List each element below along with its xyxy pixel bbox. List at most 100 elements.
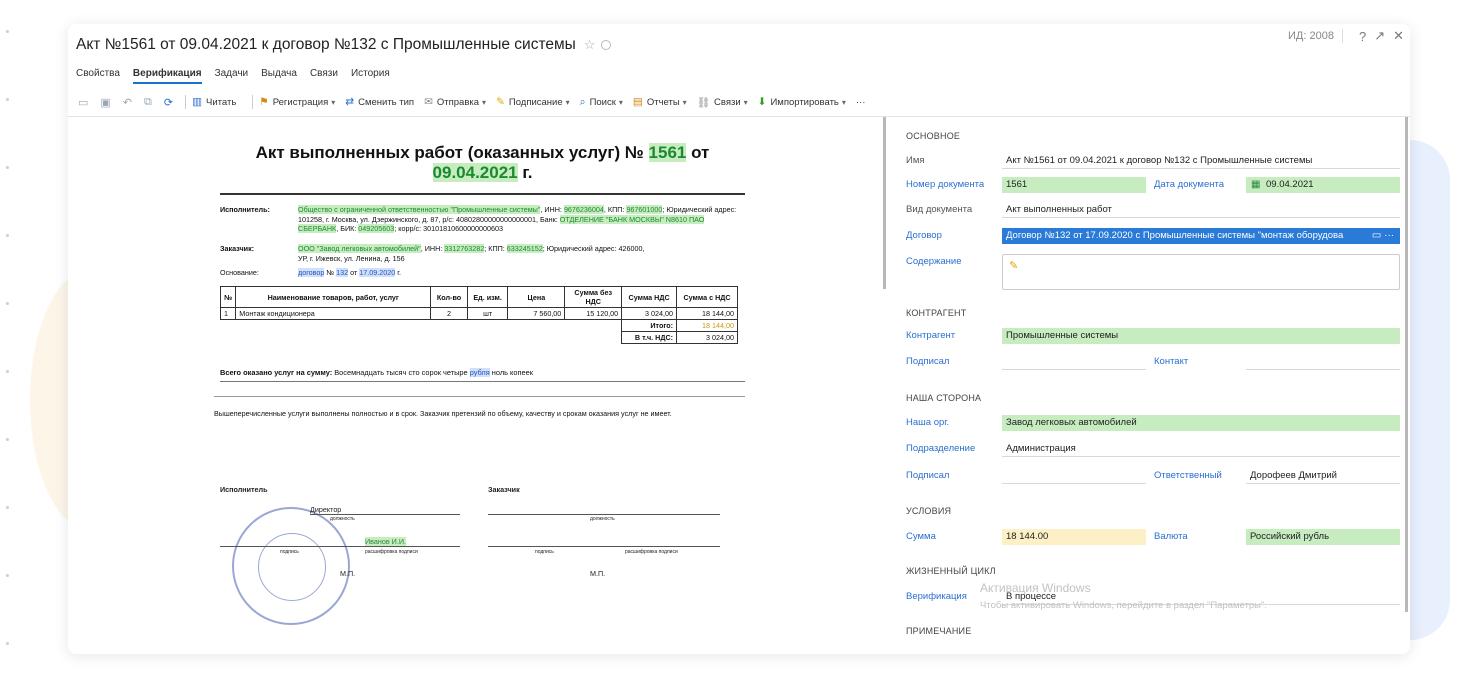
- divider: [252, 95, 254, 109]
- total-row: Итого: 18 144,00: [221, 319, 738, 333]
- our-signed-label: Подписал: [906, 470, 950, 481]
- document-window: Акт №1561 от 09.04.2021 к договор №132 с…: [68, 24, 1410, 654]
- currency-label: Валюта: [1154, 531, 1188, 542]
- name-label: Имя: [906, 155, 925, 166]
- close-icon[interactable]: ✕: [1393, 28, 1404, 44]
- refresh-icon[interactable]: ⟳: [164, 96, 173, 109]
- undo-icon[interactable]: ↶: [123, 96, 132, 109]
- window-controls: ИД: 2008 ? ↗ ✕: [1288, 28, 1404, 44]
- doc-number-field[interactable]: 1561: [1002, 177, 1146, 193]
- save-icon[interactable]: ▭: [78, 96, 88, 109]
- responsible-label: Ответственный: [1154, 470, 1222, 481]
- properties-scrollbar[interactable]: [1405, 117, 1408, 612]
- section-lifecycle: ЖИЗНЕННЫЙ ЦИКЛ: [906, 566, 996, 576]
- content-area: Акт выполненных работ (оказанных услуг) …: [68, 116, 1410, 654]
- mail-icon: ✉: [424, 96, 433, 108]
- department-field[interactable]: Администрация: [1002, 441, 1400, 457]
- registration-icon: ⚑: [259, 96, 269, 108]
- table-row: 1 Монтаж кондиционера 2 шт 7 560,00 15 1…: [219, 307, 738, 321]
- counterparty-label: Контрагент: [906, 330, 956, 341]
- windows-activation-title: Активация Windows: [980, 581, 1091, 595]
- doc-date-field[interactable]: 09.04.2021: [1246, 177, 1400, 193]
- signed-field[interactable]: [1002, 354, 1146, 370]
- tab-issue[interactable]: Выдача: [261, 68, 297, 84]
- reports-menu[interactable]: ▤ Отчеты ▾: [633, 96, 687, 108]
- pencil-icon[interactable]: ✎: [1009, 259, 1018, 272]
- search-menu[interactable]: ⌕ Поиск ▾: [580, 96, 623, 109]
- divider: [185, 95, 187, 109]
- favorite-star-icon[interactable]: ☆: [584, 37, 596, 53]
- tab-properties[interactable]: Свойства: [76, 68, 120, 84]
- copy-icon[interactable]: ⧉: [144, 96, 152, 109]
- our-org-label: Наша орг.: [906, 417, 950, 428]
- import-menu[interactable]: ⬇ Импортировать ▾: [758, 96, 846, 108]
- executor-row: Исполнитель: Общество с ограниченной отв…: [220, 205, 737, 234]
- read-button[interactable]: ▥ Читать: [192, 96, 236, 108]
- tab-history[interactable]: История: [351, 68, 390, 84]
- chevron-down-icon: ▾: [618, 97, 623, 107]
- section-terms: УСЛОВИЯ: [906, 506, 952, 516]
- our-org-field[interactable]: Завод легковых автомобилей: [1002, 415, 1400, 431]
- chevron-down-icon: ▾: [682, 97, 687, 107]
- sum-field[interactable]: 18 144.00: [1002, 529, 1146, 545]
- contents-field[interactable]: ✎: [1002, 254, 1400, 290]
- our-signed-field[interactable]: [1002, 468, 1146, 484]
- more-button[interactable]: ···: [856, 97, 866, 108]
- change-type-icon: ⇄: [345, 96, 355, 108]
- counterparty-field[interactable]: Промышленные системы: [1002, 328, 1400, 344]
- tab-verification[interactable]: Верификация: [132, 68, 202, 84]
- tab-links[interactable]: Связи: [310, 68, 338, 84]
- services-table: № Наименование товаров, работ, услуг Кол…: [219, 286, 738, 345]
- act-number: 1561: [648, 143, 687, 162]
- open-external-icon[interactable]: ↗: [1374, 28, 1385, 44]
- send-menu[interactable]: ✉ Отправка ▾: [424, 96, 486, 108]
- contract-field[interactable]: Договор №132 от 17.09.2020 с Промышленны…: [1002, 228, 1366, 244]
- contract-actions-icon[interactable]: ▭ ···: [1366, 228, 1400, 244]
- responsible-field[interactable]: Дорофеев Дмитрий: [1246, 468, 1400, 484]
- doc-type-field[interactable]: Акт выполненных работ: [1002, 202, 1400, 218]
- doc-type-label: Вид документа: [906, 204, 973, 215]
- registration-menu[interactable]: ⚑ Регистрация ▾: [259, 96, 335, 108]
- act-title: Акт выполненных работ (оказанных услуг) …: [220, 143, 745, 195]
- title-bar: Акт №1561 от 09.04.2021 к договор №132 с…: [76, 36, 612, 54]
- customer-row: Заказчик: ООО "Завод легковых автомобиле…: [220, 244, 645, 263]
- calendar-icon[interactable]: ▦: [1251, 179, 1260, 190]
- document-title: Акт №1561 от 09.04.2021 к договор №132 с…: [76, 36, 576, 53]
- divider: [1341, 29, 1343, 43]
- department-label: Подразделение: [906, 443, 976, 454]
- verification-label: Верификация: [906, 591, 967, 602]
- act-date: 09.04.2021: [432, 163, 518, 182]
- section-note: ПРИМЕЧАНИЕ: [906, 626, 972, 636]
- signed-label: Подписал: [906, 356, 950, 367]
- signature-icon: ✎: [496, 96, 505, 108]
- report-icon: ▤: [632, 96, 643, 108]
- chevron-down-icon: ▾: [482, 97, 487, 107]
- contract-label: Договор: [906, 230, 942, 241]
- act-document: Акт выполненных работ (оказанных услуг) …: [214, 143, 745, 419]
- change-type-button[interactable]: ⇄ Сменить тип: [345, 96, 414, 108]
- name-field[interactable]: Акт №1561 от 09.04.2021 к договор №132 с…: [1002, 153, 1400, 169]
- vat-row: В т.ч. НДС: 3 024,00: [221, 331, 738, 345]
- currency-field[interactable]: Российский рубль: [1246, 529, 1400, 545]
- table-header-row: № Наименование товаров, работ, услуг Кол…: [219, 286, 738, 309]
- import-icon: ⬇: [757, 96, 767, 108]
- book-icon: ▥: [192, 96, 203, 108]
- contact-field[interactable]: [1246, 354, 1400, 370]
- preview-scrollbar[interactable]: [883, 117, 886, 289]
- contents-label: Содержание: [906, 256, 962, 267]
- id-label: ИД: 2008: [1288, 30, 1334, 42]
- toolbar: ▭ ▣ ↶ ⧉ ⟳ ▥ Читать ⚑ Регистрация ▾ ⇄ Сменить…: [72, 91, 1410, 113]
- links-menu[interactable]: ⛓ Связи ▾: [697, 96, 748, 109]
- tab-tasks[interactable]: Задачи: [215, 68, 249, 84]
- contact-label: Контакт: [1154, 356, 1189, 367]
- help-icon[interactable]: ?: [1359, 29, 1366, 44]
- signature-block: Исполнитель Заказчик Директор должность …: [220, 485, 745, 654]
- link-icon: ⛓: [696, 96, 711, 109]
- sign-menu[interactable]: ✎ Подписание ▾: [496, 96, 570, 108]
- status-circle-icon: [601, 40, 612, 50]
- save-all-icon[interactable]: ▣: [100, 96, 110, 109]
- chevron-down-icon: ▾: [743, 97, 748, 107]
- document-preview[interactable]: Акт выполненных работ (оказанных услуг) …: [68, 117, 880, 654]
- chevron-down-icon: ▾: [565, 97, 570, 107]
- signer-name: Иванов И.И.: [365, 537, 407, 546]
